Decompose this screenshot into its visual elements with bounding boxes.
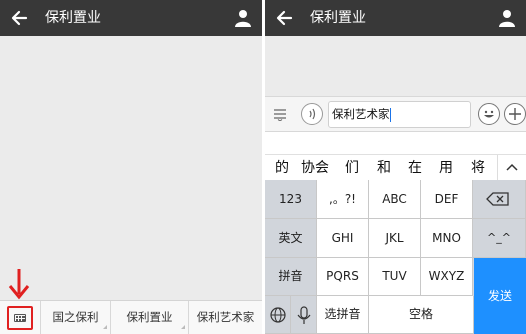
backspace-key[interactable] bbox=[473, 180, 526, 219]
key-label: DEF bbox=[434, 192, 459, 206]
key-label: JKL bbox=[385, 231, 404, 245]
message-input-text: 保利艺术家 bbox=[332, 107, 390, 121]
chevron-up-icon bbox=[506, 163, 518, 171]
key-wxyz[interactable]: WXYZ bbox=[421, 258, 473, 296]
key-label: ^_^ bbox=[487, 231, 511, 244]
menu-item-3[interactable]: 保利艺术家 bbox=[188, 301, 262, 334]
back-arrow-icon[interactable] bbox=[275, 7, 295, 29]
key-label: ,。?! bbox=[329, 192, 356, 206]
chat-input-bar: 保利艺术家 bbox=[265, 96, 526, 132]
candidate-word[interactable]: 用 bbox=[431, 155, 461, 181]
ime-keyboard: 123 ,。?! ABC DEF 英文 GHI JKL MNO ^_^ 拼音 P… bbox=[265, 180, 526, 334]
candidate-word[interactable]: 在 bbox=[400, 155, 430, 181]
voice-button[interactable] bbox=[301, 103, 323, 125]
candidate-word[interactable]: 的 bbox=[267, 155, 297, 181]
back-arrow-icon[interactable] bbox=[10, 7, 30, 29]
add-icon bbox=[509, 108, 521, 120]
menu-item-2[interactable]: 保利置业 bbox=[110, 301, 188, 334]
globe-icon bbox=[270, 307, 286, 323]
key-label: 选拼音 bbox=[324, 307, 361, 321]
voice-icon bbox=[309, 108, 316, 120]
bottom-menu-bar: 国之保利 保利置业 保利艺术家 bbox=[0, 300, 262, 334]
key-label: GHI bbox=[331, 231, 354, 245]
keyboard-toggle-button[interactable] bbox=[7, 306, 33, 330]
candidate-bar: 的 协会 们 和 在 用 将 bbox=[265, 154, 526, 181]
key-label: 123 bbox=[279, 192, 302, 206]
key-label: PQRS bbox=[326, 269, 359, 283]
microphone-key[interactable] bbox=[291, 296, 317, 334]
keyboard-icon bbox=[14, 314, 26, 322]
add-button[interactable] bbox=[504, 103, 526, 125]
key-label: ABC bbox=[382, 192, 407, 206]
submenu-indicator-icon bbox=[103, 325, 107, 329]
candidate-word[interactable]: 将 bbox=[463, 155, 493, 181]
emoji-icon bbox=[484, 110, 494, 118]
menu-item-1[interactable]: 国之保利 bbox=[40, 301, 110, 334]
user-icon[interactable] bbox=[498, 9, 516, 27]
menu-item-label: 国之保利 bbox=[52, 310, 99, 324]
candidate-word[interactable]: 和 bbox=[369, 155, 399, 181]
user-icon[interactable] bbox=[234, 9, 252, 27]
backspace-icon bbox=[486, 192, 509, 206]
input-gap bbox=[265, 132, 526, 154]
submenu-indicator-icon bbox=[181, 325, 185, 329]
page-title: 保利置业 bbox=[310, 10, 366, 26]
key-123[interactable]: 123 bbox=[265, 180, 317, 219]
key-abc[interactable]: ABC bbox=[369, 180, 421, 219]
menu-item-label: 保利置业 bbox=[126, 310, 173, 324]
right-navbar: 保利置业 bbox=[265, 0, 526, 36]
send-button[interactable]: 发送 bbox=[474, 258, 526, 334]
key-english[interactable]: 英文 bbox=[265, 219, 317, 258]
key-label: WXYZ bbox=[428, 269, 465, 283]
key-jkl[interactable]: JKL bbox=[369, 219, 421, 258]
key-tuv[interactable]: TUV bbox=[369, 258, 421, 296]
key-select-pinyin[interactable]: 选拼音 bbox=[317, 296, 369, 334]
candidate-word[interactable]: 们 bbox=[337, 155, 367, 181]
key-label: TUV bbox=[382, 269, 407, 283]
emoji-button[interactable] bbox=[478, 103, 500, 125]
key-ghi[interactable]: GHI bbox=[317, 219, 369, 258]
key-pqrs[interactable]: PQRS bbox=[317, 258, 369, 296]
key-mno[interactable]: MNO bbox=[421, 219, 473, 258]
key-label: MNO bbox=[432, 231, 461, 245]
key-label: 空格 bbox=[408, 307, 433, 321]
menu-list-icon[interactable] bbox=[273, 108, 287, 121]
key-emoticon[interactable]: ^_^ bbox=[473, 219, 526, 258]
space-key[interactable]: 空格 bbox=[369, 296, 474, 334]
left-navbar: 保利置业 bbox=[0, 0, 262, 36]
expand-candidates-button[interactable] bbox=[497, 155, 526, 181]
message-input[interactable]: 保利艺术家 bbox=[328, 101, 471, 128]
key-label: 发送 bbox=[487, 289, 512, 303]
right-chat-screen: 保利置业 保利艺术家 的 协会 们 和 在 用 将 123 ,。?! ABC D… bbox=[265, 0, 526, 334]
page-title: 保利置业 bbox=[45, 10, 101, 26]
red-arrow-indicator-icon bbox=[8, 269, 30, 300]
candidate-word[interactable]: 协会 bbox=[297, 155, 333, 181]
globe-key[interactable] bbox=[265, 296, 291, 334]
key-pinyin[interactable]: 拼音 bbox=[265, 258, 317, 296]
key-label: 拼音 bbox=[278, 269, 303, 283]
key-punctuation[interactable]: ,。?! bbox=[317, 180, 369, 219]
left-chat-screen: 保利置业 国之保利 保利置业 保利艺术家 bbox=[0, 0, 262, 334]
text-cursor bbox=[389, 107, 391, 122]
key-def[interactable]: DEF bbox=[421, 180, 473, 219]
menu-item-label: 保利艺术家 bbox=[196, 310, 255, 324]
microphone-icon bbox=[297, 306, 311, 324]
key-label: 英文 bbox=[278, 231, 303, 245]
